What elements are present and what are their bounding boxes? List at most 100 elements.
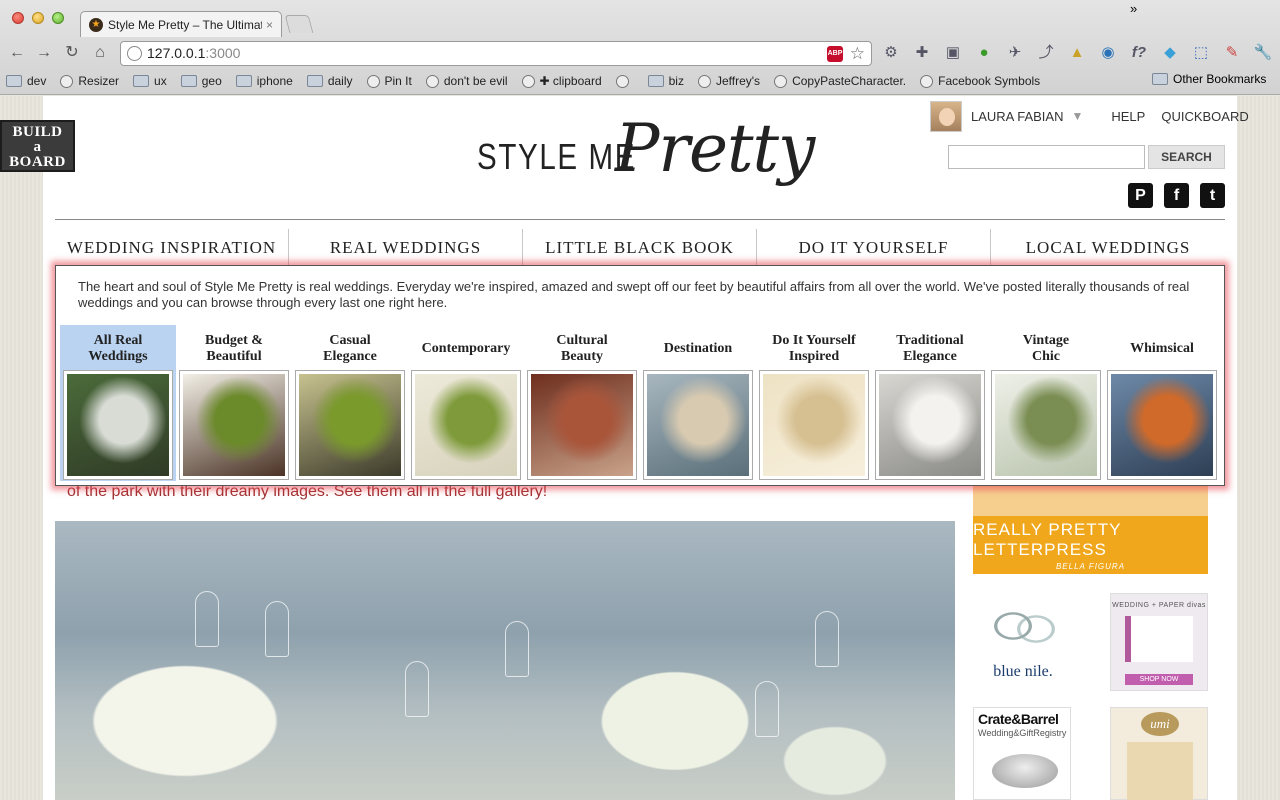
other-bookmarks[interactable]: Other Bookmarks: [1152, 72, 1266, 86]
category-thumbnail[interactable]: [411, 370, 521, 480]
category-label: Destination: [663, 341, 733, 356]
blue-nile-ad[interactable]: blue nile.: [973, 593, 1071, 691]
logo-script-text: Pretty: [615, 110, 815, 187]
eye-extension-icon[interactable]: ◉: [1097, 42, 1119, 64]
thumbs-up-extension-icon[interactable]: ●: [973, 42, 995, 64]
category-item[interactable]: Vintage Chic: [988, 325, 1104, 481]
glass-shape: [195, 591, 219, 647]
bookmark-item[interactable]: iphone: [235, 74, 293, 88]
category-thumbnail[interactable]: [63, 370, 173, 480]
resize-extension-icon[interactable]: ⬚: [1190, 42, 1212, 64]
bookmark-label: dev: [27, 74, 47, 88]
bookmark-item[interactable]: Jeffrey's: [697, 74, 760, 88]
bookmark-label: don't be evil: [443, 74, 508, 88]
letterpress-ad[interactable]: REALLY PRETTY LETTERPRESS BELLA FIGURA: [973, 516, 1208, 574]
category-thumbnail[interactable]: [643, 370, 753, 480]
category-photo: [299, 374, 401, 476]
adblock-icon[interactable]: ABP: [827, 46, 843, 62]
home-icon[interactable]: ⌂: [89, 42, 111, 64]
category-item[interactable]: Whimsical: [1104, 325, 1220, 481]
gear-extension-icon[interactable]: ⚙: [880, 42, 902, 64]
wrench-icon[interactable]: 🔧: [1252, 42, 1274, 64]
bookmark-item[interactable]: Facebook Symbols: [920, 74, 1040, 88]
minimize-window-button[interactable]: [32, 12, 44, 24]
umi-ad[interactable]: umi: [1110, 707, 1208, 800]
ruler-extension-icon[interactable]: ✎: [1221, 42, 1243, 64]
bookmark-item[interactable]: daily: [306, 74, 353, 88]
pinterest-icon[interactable]: P: [1128, 183, 1153, 208]
back-arrow-icon[interactable]: ←: [6, 42, 28, 64]
quickboard-link[interactable]: QUICKBOARD: [1161, 109, 1248, 124]
category-thumbnail[interactable]: [759, 370, 869, 480]
function-extension-icon[interactable]: f?: [1128, 42, 1150, 64]
more-bookmarks-chevron-icon[interactable]: »: [1130, 1, 1137, 16]
shop-now-button[interactable]: SHOP NOW: [1125, 674, 1193, 685]
umi-logo: umi: [1141, 712, 1179, 736]
wedding-paper-ad[interactable]: WEDDING + PAPER divas SHOP NOW: [1110, 593, 1208, 691]
nav-item-wedding-inspiration[interactable]: WEDDING INSPIRATION: [55, 229, 289, 265]
search-button[interactable]: SEARCH: [1148, 145, 1225, 169]
category-item[interactable]: Contemporary: [408, 325, 524, 481]
zoom-window-button[interactable]: [52, 12, 64, 24]
truck-extension-icon[interactable]: ▲: [1066, 42, 1088, 64]
bird-extension-icon[interactable]: ✈: [1004, 42, 1026, 64]
facebook-icon[interactable]: f: [1164, 183, 1189, 208]
bookmark-item[interactable]: Pin It: [366, 74, 412, 88]
hero-image[interactable]: [55, 521, 955, 800]
bookmark-item[interactable]: [615, 74, 634, 88]
category-item[interactable]: Destination: [640, 325, 756, 481]
category-thumbnail[interactable]: [179, 370, 289, 480]
bookmark-star-icon[interactable]: ☆: [850, 42, 865, 65]
build-a-board-button[interactable]: BUILD a BOARD: [0, 120, 75, 172]
category-label: Budget & Beautiful: [205, 333, 263, 364]
bookmark-item[interactable]: dev: [6, 74, 46, 88]
forward-arrow-icon[interactable]: →: [33, 42, 55, 64]
avatar[interactable]: [930, 100, 962, 132]
category-item[interactable]: All Real Weddings: [60, 325, 176, 481]
tool-extension-icon[interactable]: ✚: [911, 42, 933, 64]
dropdown-triangle-icon[interactable]: ▼: [1071, 109, 1083, 123]
site-logo[interactable]: STYLE ME Pretty: [475, 110, 815, 205]
category-item[interactable]: Casual Elegance: [292, 325, 408, 481]
tab-close-icon[interactable]: ×: [266, 18, 273, 32]
rings-image: [978, 601, 1066, 651]
nav-item-real-weddings[interactable]: REAL WEDDINGS: [289, 229, 523, 265]
folder-icon: [180, 75, 197, 87]
nav-item-little-black-book[interactable]: LITTLE BLACK BOOK: [523, 229, 757, 265]
category-item[interactable]: Cultural Beauty: [524, 325, 640, 481]
twitter-icon[interactable]: t: [1200, 183, 1225, 208]
bookmark-item[interactable]: Resizer: [60, 74, 119, 88]
category-thumbnail[interactable]: [527, 370, 637, 480]
new-tab-button[interactable]: [284, 15, 314, 33]
reload-icon[interactable]: ↻: [61, 42, 83, 64]
bookmark-item[interactable]: CopyPasteCharacter.: [774, 74, 906, 88]
close-window-button[interactable]: [12, 12, 24, 24]
address-bar[interactable]: 127.0.0.1:3000 ABP ☆: [120, 41, 872, 66]
category-item[interactable]: Do It Yourself Inspired: [756, 325, 872, 481]
nav-item-local-weddings[interactable]: LOCAL WEDDINGS: [991, 229, 1225, 265]
browser-tab[interactable]: ★ Style Me Pretty – The Ultimat ×: [80, 11, 282, 37]
crate-barrel-ad[interactable]: Crate&Barrel Wedding&GiftRegistry: [973, 707, 1071, 800]
nav-item-do-it-yourself[interactable]: DO IT YOURSELF: [757, 229, 991, 265]
page-info-icon[interactable]: [127, 46, 142, 61]
category-thumbnail[interactable]: [1107, 370, 1217, 480]
help-link[interactable]: HELP: [1111, 109, 1145, 124]
category-item[interactable]: Budget & Beautiful: [176, 325, 292, 481]
bookmark-item[interactable]: don't be evil: [425, 74, 508, 88]
share-extension-icon[interactable]: ⤴: [1035, 42, 1057, 64]
category-thumbnail[interactable]: [295, 370, 405, 480]
category-thumbnail[interactable]: [991, 370, 1101, 480]
bookmark-item[interactable]: biz: [647, 74, 684, 88]
category-item[interactable]: Traditional Elegance: [872, 325, 988, 481]
search-input[interactable]: [948, 145, 1145, 169]
user-name[interactable]: LAURA FABIAN: [971, 109, 1063, 124]
puzzle-extension-icon[interactable]: ◆: [1159, 42, 1181, 64]
window-extension-icon[interactable]: ▣: [942, 42, 964, 64]
globe-icon: [521, 74, 535, 88]
bookmark-item[interactable]: ux: [133, 74, 167, 88]
category-thumbnail[interactable]: [875, 370, 985, 480]
globe-icon: [425, 74, 439, 88]
bookmark-item[interactable]: ✚ clipboard: [521, 74, 602, 88]
bookmark-item[interactable]: geo: [180, 74, 222, 88]
category-photo: [1111, 374, 1213, 476]
